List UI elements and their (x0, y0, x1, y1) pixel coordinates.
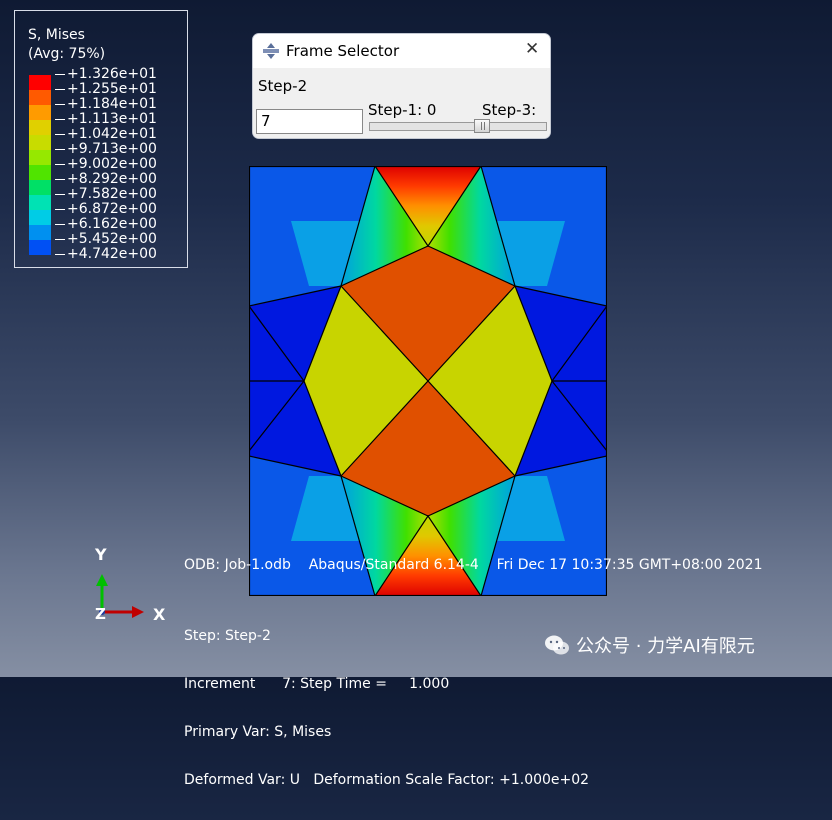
legend-swatch (29, 75, 51, 90)
legend-value: +8.292e+00 (55, 172, 157, 187)
coordinate-triad: Y Z X (94, 545, 166, 624)
legend-value: +1.184e+01 (55, 97, 157, 112)
legend-value: +6.162e+00 (55, 217, 157, 232)
mesh-contour-plot[interactable] (249, 166, 607, 596)
legend-value: +4.742e+00 (55, 247, 157, 262)
step-label: Step-2 (258, 77, 308, 95)
dialog-title-bar[interactable]: Frame Selector ✕ (253, 34, 550, 68)
legend-swatch (29, 195, 51, 210)
frame-selector-dialog: Frame Selector ✕ Step-2 7 Step-1: 0 Step… (252, 33, 551, 139)
step-info: Step: Step-2 (184, 628, 271, 644)
legend-swatch (29, 135, 51, 150)
legend-swatch (29, 150, 51, 165)
legend-value: +1.255e+01 (55, 82, 157, 97)
legend-swatch (29, 180, 51, 195)
legend-swatch (29, 120, 51, 135)
increment-info: Increment 7: Step Time = 1.000 (184, 676, 450, 692)
legend-value: +7.582e+00 (55, 187, 157, 202)
contour-legend: S, Mises (Avg: 75%) +1.326e+01 +1.255e+01… (14, 10, 188, 268)
legend-value: +1.042e+01 (55, 127, 157, 142)
legend-value: +1.326e+01 (55, 67, 157, 82)
legend-swatch (29, 210, 51, 225)
deformed-var-info: Deformed Var: U Deformation Scale Factor… (184, 772, 590, 788)
legend-swatch (29, 105, 51, 120)
viewport[interactable]: S, Mises (Avg: 75%) +1.326e+01 +1.255e+01… (0, 0, 832, 788)
watermark-text: 公众号 · 力学AI有限元 (576, 636, 755, 657)
legend-value: +1.113e+01 (55, 112, 157, 127)
slider-handle[interactable] (474, 119, 490, 133)
close-icon[interactable]: ✕ (525, 39, 539, 59)
legend-title: S, Mises (28, 27, 85, 43)
legend-value: +9.002e+00 (55, 157, 157, 172)
primary-var-info: Primary Var: S, Mises (184, 724, 332, 740)
slider-max-label: Step-3: 7 (482, 101, 537, 137)
wechat-icon (545, 635, 569, 655)
frame-slider[interactable] (369, 119, 547, 133)
legend-swatch (29, 240, 51, 255)
legend-swatch (29, 90, 51, 105)
dialog-body: Step-2 7 Step-1: 0 Step-3: 7 (253, 68, 550, 138)
triad-y-label: Y (94, 545, 107, 564)
legend-value: +5.452e+00 (55, 232, 157, 247)
odb-info-line: ODB: Job-1.odb Abaqus/Standard 6.14-4 Fr… (184, 557, 763, 573)
triad-z-label: Z (95, 605, 106, 623)
frame-number-input[interactable]: 7 (256, 109, 363, 134)
watermark: 公众号 · 力学AI有限元 (544, 632, 755, 658)
frame-selector-icon (263, 43, 279, 59)
legend-labels: +1.326e+01 +1.255e+01 +1.184e+01 +1.113e+01… (55, 67, 157, 262)
slider-min-label: Step-1: 0 (368, 101, 437, 119)
dialog-title: Frame Selector (286, 42, 400, 60)
legend-swatch (29, 165, 51, 180)
legend-value: +9.713e+00 (55, 142, 157, 157)
triad-x-label: X (153, 605, 166, 624)
legend-color-bar (29, 75, 51, 255)
legend-subtitle: (Avg: 75%) (28, 46, 106, 62)
legend-swatch (29, 225, 51, 240)
legend-value: +6.872e+00 (55, 202, 157, 217)
state-info-block: Step: Step-2 Increment 7: Step Time = 1.… (184, 596, 589, 820)
